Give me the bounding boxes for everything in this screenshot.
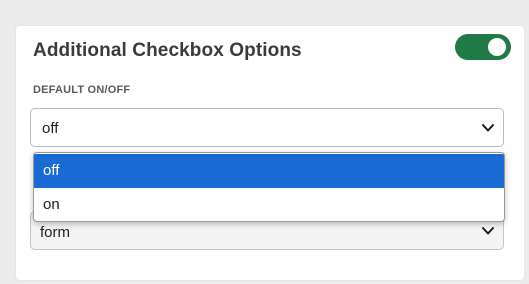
secondary-select-value: form [40, 224, 70, 241]
chevron-down-icon [482, 124, 494, 132]
default-on-off-label: DEFAULT ON/OFF [33, 84, 131, 96]
toggle-knob [488, 38, 506, 56]
default-on-off-select[interactable]: off [30, 108, 504, 147]
chevron-down-icon [482, 227, 494, 235]
default-on-off-dropdown: off on [33, 152, 505, 222]
select-value: off [42, 120, 59, 137]
dropdown-option-off[interactable]: off [34, 154, 504, 188]
dropdown-option-on[interactable]: on [34, 188, 504, 221]
section-title: Additional Checkbox Options [33, 40, 302, 61]
options-toggle[interactable] [455, 34, 511, 60]
